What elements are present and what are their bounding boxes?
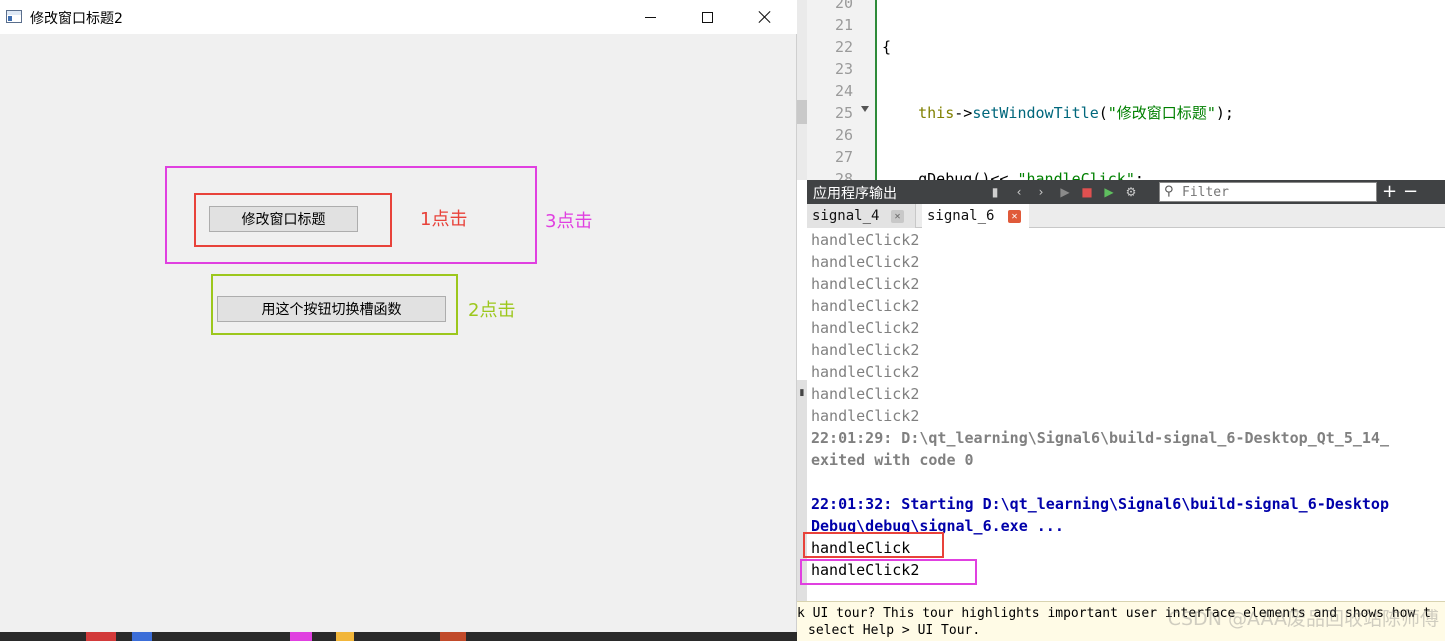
debug-run-icon[interactable]: ▶	[1101, 184, 1117, 200]
line-number: 21	[834, 16, 853, 34]
title-bar: 修改窗口标题2	[0, 0, 797, 34]
gear-icon[interactable]: ⚙	[1123, 184, 1139, 200]
taskbar-app-icon[interactable]	[336, 632, 354, 641]
maximize-icon	[701, 11, 713, 23]
window-icon	[6, 10, 22, 23]
annotation-step3: 3点击	[545, 211, 593, 232]
screenshot: 修改窗口标题2 修改窗口标题 用这个按钮切换槽函数 1点击 3点击 2点击 20…	[0, 0, 1445, 641]
search-icon: ⚲	[1164, 184, 1174, 199]
window-title: 修改窗口标题2	[30, 11, 123, 27]
attach-icon[interactable]: ▮	[987, 184, 1003, 200]
watermark: CSDN @AAA废品回收站陈师傅	[1167, 608, 1439, 630]
taskbar-strip	[0, 632, 797, 641]
line-number: 27	[834, 148, 853, 166]
close-icon	[758, 10, 772, 24]
taskbar-app-icon[interactable]	[132, 632, 152, 641]
zoom-in-button[interactable]: +	[1382, 181, 1397, 202]
run-icon[interactable]: ▶	[1057, 184, 1073, 200]
qt-demo-window: 修改窗口标题2 修改窗口标题 用这个按钮切换槽函数 1点击 3点击 2点击	[0, 0, 797, 641]
output-pane-title: 应用程序输出	[813, 186, 897, 202]
output-line: handleClick2	[811, 341, 920, 359]
tab-label: signal_4	[812, 208, 880, 224]
maximize-button[interactable]	[684, 0, 730, 34]
code-line: {	[882, 38, 892, 56]
output-line: 22:01:29: D:\qt_learning\Signal6\build-s…	[811, 429, 1389, 447]
splitter-grip-icon[interactable]: ▮	[797, 388, 807, 404]
tour-info-text: select Help > UI Tour.	[808, 623, 981, 638]
annotation-step2: 2点击	[468, 300, 516, 321]
tab-signal-6[interactable]: signal_6 ✕	[922, 204, 1029, 228]
filter-field[interactable]: ⚲	[1159, 182, 1377, 202]
output-line: handleClick2	[811, 319, 920, 337]
close-tab-icon[interactable]: ✕	[1008, 210, 1021, 223]
chevron-left-icon[interactable]: ‹	[1011, 184, 1027, 200]
fold-arrow-icon[interactable]	[861, 106, 869, 112]
minimize-button[interactable]	[627, 0, 673, 34]
output-line: handleClick2	[811, 407, 920, 425]
output-line: handleClick2	[811, 385, 920, 403]
line-number: 26	[834, 126, 853, 144]
output-line: handleClick2	[811, 275, 920, 293]
minimize-icon	[644, 16, 656, 18]
taskbar-app-icon[interactable]	[440, 632, 466, 641]
scrollbar-thumb[interactable]	[797, 100, 807, 124]
switch-slot-button[interactable]: 用这个按钮切换槽函数	[217, 296, 446, 322]
taskbar-app-icon[interactable]	[86, 632, 116, 641]
close-tab-icon[interactable]: ✕	[891, 210, 904, 223]
output-line: 22:01:32: Starting D:\qt_learning\Signal…	[811, 495, 1389, 513]
output-line: exited with code 0	[811, 451, 974, 469]
stop-icon[interactable]: ■	[1079, 184, 1095, 200]
line-number: 22	[834, 38, 853, 56]
line-number: 25	[834, 104, 853, 122]
editor-change-marker	[875, 0, 877, 180]
zoom-out-button[interactable]: −	[1403, 181, 1418, 202]
line-numbers: 20 21 22 23 24 25 26 27 28	[807, 0, 853, 190]
output-line: handleClick2	[811, 297, 920, 315]
output-line: handleClick2	[811, 253, 920, 271]
change-title-button[interactable]: 修改窗口标题	[209, 206, 358, 232]
highlight-box-output-handleclick	[803, 532, 944, 558]
line-number: 23	[834, 60, 853, 78]
line-number: 24	[834, 82, 853, 100]
highlight-box-output-handleclick2	[800, 559, 977, 585]
chevron-right-icon[interactable]: ›	[1033, 184, 1049, 200]
line-number: 20	[834, 0, 853, 12]
tab-signal-4[interactable]: signal_4 ✕	[807, 204, 916, 228]
close-button[interactable]	[742, 0, 788, 34]
output-pane-header: 应用程序输出 ▮ ‹ › ▶ ■ ▶ ⚙ ⚲ + −	[807, 180, 1445, 204]
output-line: handleClick2	[811, 231, 920, 249]
editor-scrollbar[interactable]	[797, 0, 807, 180]
code-line: this->setWindowTitle("修改窗口标题");	[918, 104, 1234, 122]
annotation-step1: 1点击	[420, 209, 468, 230]
tab-label: signal_6	[927, 208, 995, 224]
output-tabs: signal_4 ✕ signal_6 ✕	[807, 204, 1445, 228]
taskbar-app-icon[interactable]	[290, 632, 312, 641]
output-line: handleClick2	[811, 363, 920, 381]
filter-input[interactable]	[1182, 184, 1372, 200]
